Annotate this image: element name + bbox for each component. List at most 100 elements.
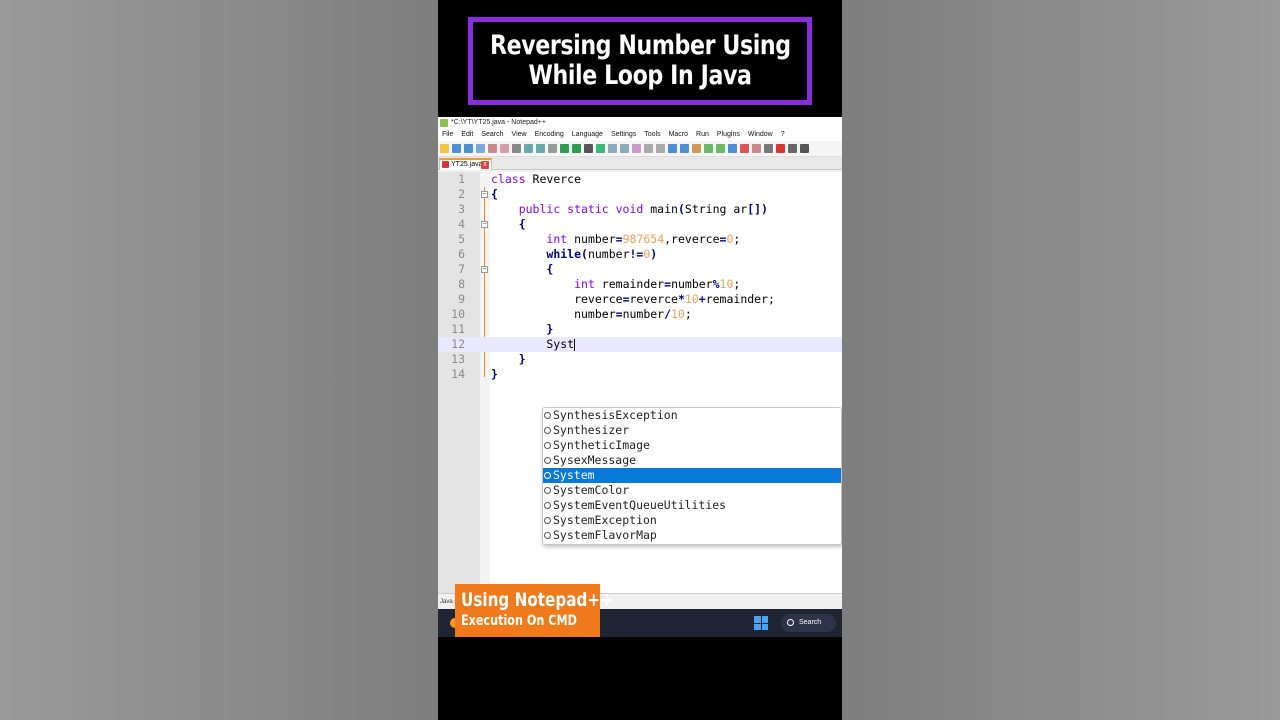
- menu-item-encoding[interactable]: Encoding: [535, 129, 564, 141]
- toolbar-button-icon[interactable]: [776, 144, 785, 153]
- tab-yt25-java[interactable]: YT25.java x: [439, 158, 492, 170]
- code-token: ,reverce: [664, 232, 720, 246]
- toolbar-button-icon[interactable]: [512, 144, 521, 153]
- toolbar-button-icon[interactable]: [788, 144, 797, 153]
- toolbar-button-icon[interactable]: [584, 144, 593, 153]
- line-number: 1: [458, 172, 465, 186]
- code-token: =: [622, 292, 630, 306]
- autocomplete-item-label: SynthesisException: [553, 408, 678, 422]
- menu-item-run[interactable]: Run: [696, 129, 709, 141]
- autocomplete-item[interactable]: SyntheticImage: [543, 438, 841, 453]
- autocomplete-item[interactable]: SystemEventQueueUtilities: [543, 498, 841, 513]
- menu-item-tools[interactable]: Tools: [644, 129, 660, 141]
- line-number: 8: [458, 277, 465, 291]
- code-token: /: [664, 307, 672, 321]
- toolbar-button-icon[interactable]: [764, 144, 773, 153]
- autocomplete-item[interactable]: SysexMessage: [543, 453, 841, 468]
- toolbar-button-icon[interactable]: [716, 144, 725, 153]
- function-icon: [544, 412, 551, 419]
- toolbar-button-icon[interactable]: [464, 144, 473, 153]
- toolbar-button-icon[interactable]: [656, 144, 665, 153]
- toolbar-button-icon[interactable]: [560, 144, 569, 153]
- toolbar-button-icon[interactable]: [692, 144, 701, 153]
- toolbar-button-icon[interactable]: [524, 144, 533, 153]
- autocomplete-item[interactable]: SystemFlavorMap: [543, 528, 841, 543]
- toolbar-button-icon[interactable]: [536, 144, 545, 153]
- toolbar-button-icon[interactable]: [632, 144, 641, 153]
- code-token: !=: [629, 247, 644, 261]
- code-line[interactable]: 9 reverce=reverce*10+remainder;: [438, 292, 842, 307]
- code-line[interactable]: 5 int number=987654,reverce=0;: [438, 232, 842, 247]
- toolbar-button-icon[interactable]: [704, 144, 713, 153]
- code-line[interactable]: 1 class Reverce: [438, 172, 842, 187]
- code-editor[interactable]: − − − 1 class Reverce 2{3 public static vo…: [438, 172, 842, 593]
- toolbar-button-icon[interactable]: [680, 144, 689, 153]
- code-token: 10: [684, 292, 699, 306]
- toolbar-button-icon[interactable]: [500, 144, 509, 153]
- code-line[interactable]: 12 Syst: [438, 337, 842, 352]
- autocomplete-item[interactable]: SynthesisException: [543, 408, 841, 423]
- code-token: Reverce: [525, 172, 582, 186]
- autocomplete-item-label: System: [553, 468, 595, 482]
- menu-item-edit[interactable]: Edit: [461, 129, 473, 141]
- code-line[interactable]: 4 {: [438, 217, 842, 232]
- code-token: number: [491, 307, 616, 321]
- code-text: public static void main(String ar[]): [491, 202, 768, 217]
- menu-item-view[interactable]: View: [512, 129, 527, 141]
- code-line[interactable]: 14}: [438, 367, 842, 382]
- toolbar-button-icon[interactable]: [608, 144, 617, 153]
- code-token: reverce: [629, 292, 678, 306]
- toolbar-button-icon[interactable]: [476, 144, 485, 153]
- code-line[interactable]: 6 while(number!=0): [438, 247, 842, 262]
- line-number: 13: [451, 352, 465, 366]
- autocomplete-item[interactable]: SystemColor: [543, 483, 841, 498]
- menu-item-language[interactable]: Language: [572, 129, 603, 141]
- code-line[interactable]: 2{: [438, 187, 842, 202]
- toolbar-button-icon[interactable]: [800, 144, 809, 153]
- menu-item-window[interactable]: Window: [748, 129, 773, 141]
- toolbar-button-icon[interactable]: [596, 144, 605, 153]
- menu-item-[interactable]: ?: [781, 129, 785, 141]
- code-line[interactable]: 7 {: [438, 262, 842, 277]
- code-token: =: [615, 307, 623, 321]
- code-token: ;: [684, 307, 692, 321]
- tab-close-icon[interactable]: x: [481, 161, 489, 169]
- taskbar-search-button[interactable]: Search: [781, 614, 836, 632]
- autocomplete-item[interactable]: System: [543, 468, 841, 483]
- toolbar-button-icon[interactable]: [620, 144, 629, 153]
- autocomplete-item[interactable]: SystemException: [543, 513, 841, 528]
- toolbar-button-icon[interactable]: [740, 144, 749, 153]
- toolbar-button-icon[interactable]: [644, 144, 653, 153]
- code-line[interactable]: 3 public static void main(String ar[]): [438, 202, 842, 217]
- menu-item-macro[interactable]: Macro: [669, 129, 688, 141]
- autocomplete-item-label: SysexMessage: [553, 453, 637, 467]
- toolbar-button-icon[interactable]: [488, 144, 497, 153]
- toolbar-button-icon[interactable]: [728, 144, 737, 153]
- code-token: 987654: [622, 232, 665, 246]
- toolbar-button-icon[interactable]: [440, 144, 449, 153]
- toolbar-button-icon[interactable]: [572, 144, 581, 153]
- toolbar-button-icon[interactable]: [452, 144, 461, 153]
- autocomplete-item[interactable]: Synthesizer: [543, 423, 841, 438]
- toolbar-button-icon[interactable]: [668, 144, 677, 153]
- toolbar-button-icon[interactable]: [752, 144, 761, 153]
- code-token: {: [546, 262, 554, 276]
- code-line[interactable]: 11 }: [438, 322, 842, 337]
- autocomplete-popup[interactable]: SynthesisException Synthesizer SyntheticIm…: [542, 407, 842, 545]
- code-text: int number=987654,reverce=0;: [491, 232, 740, 247]
- function-icon: [544, 472, 551, 479]
- menu-item-plugins[interactable]: Plugins: [717, 129, 740, 141]
- autocomplete-item-label: SystemFlavorMap: [553, 528, 657, 542]
- code-line[interactable]: 8 int remainder=number%10;: [438, 277, 842, 292]
- windows-start-icon[interactable]: [754, 616, 768, 630]
- toolbar-button-icon[interactable]: [548, 144, 557, 153]
- menu-item-search[interactable]: Search: [481, 129, 503, 141]
- code-token: (: [581, 247, 588, 261]
- menu-item-settings[interactable]: Settings: [611, 129, 636, 141]
- code-token: int: [546, 232, 568, 246]
- code-line[interactable]: 13 }: [438, 352, 842, 367]
- code-line[interactable]: 10 number=number/10;: [438, 307, 842, 322]
- menu-item-file[interactable]: File: [442, 129, 453, 141]
